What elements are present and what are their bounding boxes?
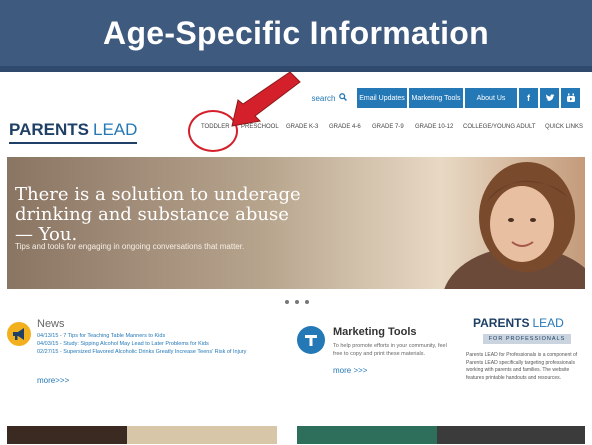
pointer-arrow-icon [231, 71, 301, 127]
